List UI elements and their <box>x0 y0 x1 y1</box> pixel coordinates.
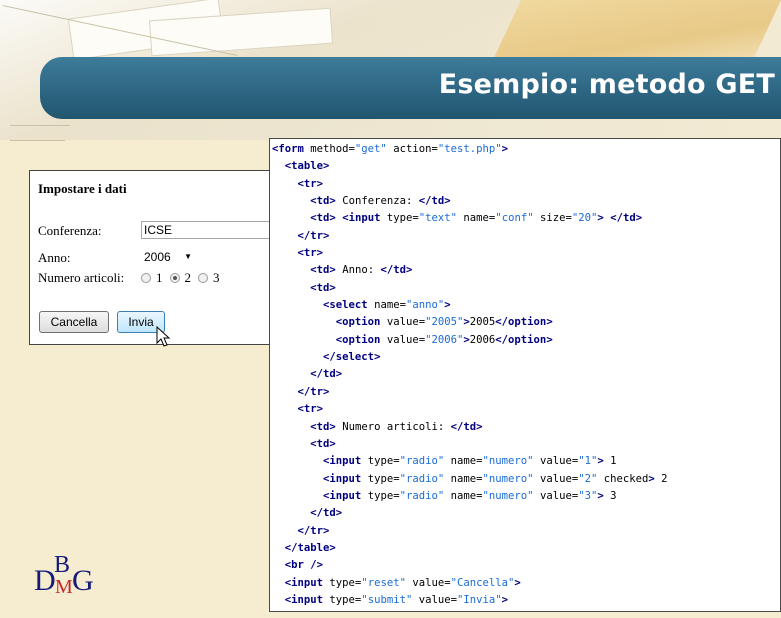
logo-letter-d: D <box>34 564 56 597</box>
code-line: </tr> <box>297 229 330 242</box>
code-line: <td> <input type="text" name="conf" size… <box>310 212 643 225</box>
code-line: <option value="2005">2005</option> <box>335 316 553 329</box>
articles-label: Numero articoli: <box>38 270 125 285</box>
logo-letter-g: G <box>72 564 94 597</box>
code-line: </td> <box>310 368 343 381</box>
code-line: </select> <box>323 351 381 364</box>
code-line: </form> <box>272 609 780 611</box>
slide-title: Esempio: metodo GET <box>438 69 775 100</box>
year-label: Anno: <box>38 250 71 265</box>
cancel-button[interactable]: Cancella <box>39 311 109 333</box>
year-select-value: 2006 <box>144 250 171 264</box>
code-line: <table> <box>284 160 330 173</box>
year-select[interactable]: 2006 ▼ <box>141 248 197 266</box>
code-line: <td> <box>310 281 336 294</box>
code-line: <form method="get" action="test.php"> <box>272 143 509 155</box>
form-preview: Impostare i dati Conferenza: ICSE Anno: … <box>29 170 275 347</box>
radio-label-2: 2 <box>184 270 192 285</box>
radio-articles-2[interactable] <box>169 273 180 283</box>
radio-label-1: 1 <box>156 270 163 285</box>
title-banner: Esempio: metodo GET <box>40 57 781 119</box>
radio-articles-3[interactable] <box>198 273 208 283</box>
radio-label-3: 3 <box>213 270 220 285</box>
code-line: </table> <box>284 541 336 554</box>
code-line: <tr> <box>297 177 324 190</box>
background-line <box>10 125 70 126</box>
code-line: </tr> <box>297 385 330 398</box>
code-line: <tr> <box>297 403 324 416</box>
code-line: <td> Numero articoli: </td> <box>310 420 483 433</box>
code-line: <input type="reset" value="Cancella"> <box>284 576 521 589</box>
code-line: <tr> <box>297 247 324 260</box>
logo-letter-b: B <box>54 552 71 578</box>
chevron-down-icon: ▼ <box>184 252 192 261</box>
code-line: <br /> <box>284 559 324 572</box>
code-line: </tr> <box>297 524 330 537</box>
code-line: <td> Anno: </td> <box>310 264 413 277</box>
code-line: </td> <box>310 507 343 520</box>
code-line: <input type="radio" name="numero" value=… <box>323 472 668 485</box>
radio-articles-1[interactable] <box>141 273 151 283</box>
conference-label: Conferenza: <box>38 223 102 238</box>
code-line: <input type="radio" name="numero" value=… <box>323 489 617 502</box>
code-line: <input type="submit" value="Invia"> <box>284 593 509 606</box>
code-panel: <form method="get" action="test.php"> <t… <box>269 138 781 612</box>
mouse-pointer-icon <box>156 326 171 347</box>
code-line: <td> Conferenza: </td> <box>310 195 451 208</box>
code-line: <select name="anno"> <box>323 299 451 312</box>
logo-letter-m: M <box>55 576 73 598</box>
code-line: <option value="2006">2006</option> <box>335 333 553 346</box>
form-heading: Impostare i dati <box>38 181 127 196</box>
background-line <box>10 140 65 141</box>
code-line: <input type="radio" name="numero" value=… <box>323 455 617 468</box>
articles-radio-group: 1 2 3 <box>141 270 227 286</box>
conference-input[interactable]: ICSE <box>141 221 274 239</box>
code-line: <td> <box>310 437 336 450</box>
dbg-logo: D B M G <box>34 552 104 604</box>
